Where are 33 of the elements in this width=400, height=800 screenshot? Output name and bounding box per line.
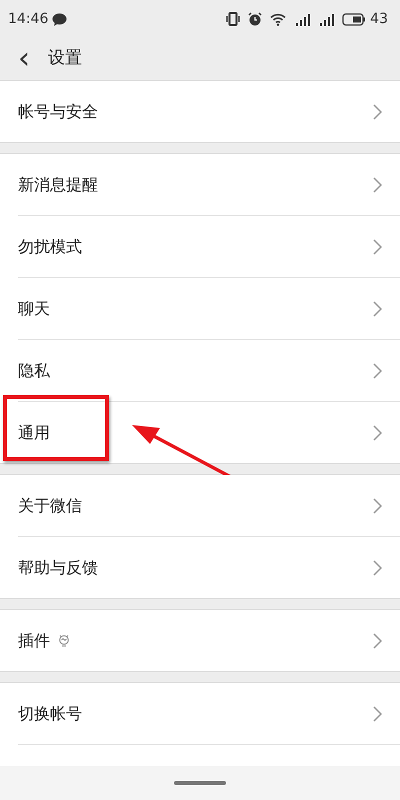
item-label: 聊天 — [18, 298, 50, 320]
status-time: 14:46 — [8, 10, 48, 28]
chevron-right-icon — [373, 498, 382, 514]
item-label: 切换帐号 — [18, 702, 82, 724]
alarm-icon — [248, 12, 262, 26]
item-label: 通用 — [18, 422, 50, 444]
chevron-right-icon — [373, 176, 382, 192]
chevron-right-icon — [373, 424, 382, 440]
message-icon — [52, 12, 68, 26]
chevron-right-icon — [373, 300, 382, 316]
wifi-icon — [270, 12, 286, 26]
vibrate-icon — [226, 12, 240, 26]
item-label: 隐私 — [18, 360, 50, 382]
chevron-right-icon — [373, 632, 382, 648]
item-label: 帮助与反馈 — [18, 556, 98, 578]
signal-icon — [294, 12, 310, 26]
item-label: 勿扰模式 — [18, 236, 82, 258]
item-label: 新消息提醒 — [18, 174, 98, 196]
chevron-right-icon — [373, 706, 382, 722]
bulb-icon — [58, 634, 70, 648]
battery-icon — [342, 12, 366, 26]
chevron-right-icon — [373, 238, 382, 254]
home-bar-icon[interactable] — [174, 781, 226, 785]
item-label: 帐号与安全 — [18, 100, 98, 122]
item-label: 关于微信 — [18, 494, 82, 516]
chevron-right-icon — [373, 362, 382, 378]
back-button[interactable]: ‹ — [14, 44, 34, 74]
chevron-right-icon — [373, 104, 382, 120]
chevron-right-icon — [373, 560, 382, 576]
battery-percent: 43 — [370, 10, 388, 28]
page-title: 设置 — [48, 47, 82, 70]
item-label: 插件 — [18, 630, 50, 652]
signal-icon — [318, 12, 334, 26]
